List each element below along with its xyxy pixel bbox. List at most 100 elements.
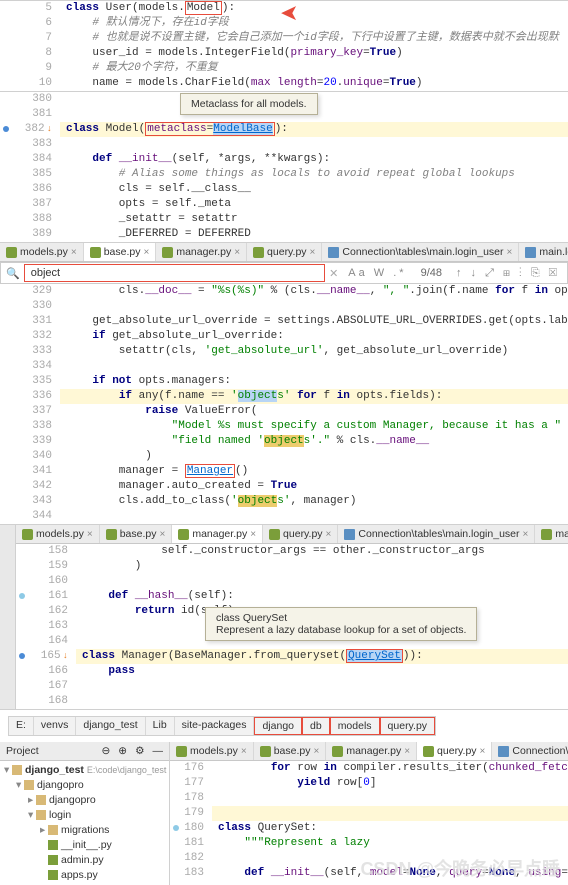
- close-icon[interactable]: ×: [480, 746, 486, 757]
- close-icon[interactable]: ×: [250, 529, 256, 540]
- tree-item-adminpy[interactable]: admin.py: [4, 853, 165, 868]
- file-icon: [48, 870, 58, 880]
- line-marker[interactable]: 382↓: [0, 122, 60, 137]
- tab-models-py[interactable]: models.py×: [0, 243, 84, 261]
- tab-models-py[interactable]: models.py×: [16, 525, 100, 543]
- editor-pane-3: models.py×base.py×manager.py×query.py×Co…: [0, 242, 568, 524]
- tab-query-py[interactable]: query.py×: [247, 243, 322, 261]
- py-icon: [178, 529, 189, 540]
- search-hit: object: [264, 435, 304, 447]
- close-icon[interactable]: ×: [159, 529, 165, 540]
- tree-item-login[interactable]: ▾login: [4, 808, 165, 823]
- close-icon[interactable]: ×: [313, 746, 319, 757]
- tree-item-djangopro[interactable]: ▸djangopro: [4, 793, 165, 808]
- clear-icon[interactable]: ✕: [325, 267, 342, 280]
- search-options[interactable]: Aa W .*: [342, 267, 412, 279]
- db-icon: [328, 247, 339, 258]
- project-root[interactable]: ▾django_test E:\code\django_test: [4, 763, 165, 778]
- tab-connection-tables-main-login_user[interactable]: Connection\tables\main.login_user×: [338, 525, 535, 543]
- tab-bar-5: models.py×base.py×manager.py×query.py×Co…: [170, 742, 568, 761]
- find-bar: 🔍 object ✕ Aa W .* 9/48 ↑ ↓ ⤢ ⊞ ⋮ ⎘ ☒: [0, 262, 568, 284]
- breadcrumb-row: E:venvsdjango_testLibsite-packagesdjango…: [0, 710, 568, 742]
- search-icon: 🔍: [2, 267, 24, 280]
- tab-main-login_user--db-[interactable]: main.login_user [db]×: [519, 243, 568, 261]
- close-icon[interactable]: ×: [87, 529, 93, 540]
- crumb-E[interactable]: E:: [9, 717, 34, 735]
- file-icon: [48, 840, 58, 850]
- modelbase-link[interactable]: ModelBase: [213, 123, 272, 135]
- search-nav-icons[interactable]: ↑ ↓ ⤢ ⊞ ⋮ ⎘ ☒: [450, 267, 566, 280]
- gutter-5: 176177178179 180 181182183: [170, 761, 212, 881]
- gear-icon[interactable]: ⚙: [135, 745, 144, 757]
- file-icon: [48, 855, 58, 865]
- tab-query-py[interactable]: query.py×: [417, 742, 492, 760]
- project-tree[interactable]: ▾django_test E:\code\django_test▾djangop…: [0, 761, 169, 885]
- close-icon[interactable]: ×: [404, 746, 410, 757]
- tab-manager-py[interactable]: manager.py×: [172, 525, 263, 543]
- close-icon[interactable]: ×: [507, 247, 513, 258]
- tab-base-py[interactable]: base.py×: [100, 525, 173, 543]
- tab-manager-py[interactable]: manager.py×: [156, 243, 247, 261]
- tab-bar-3: models.py×base.py×manager.py×query.py×Co…: [0, 243, 568, 262]
- tab-models-py[interactable]: models.py×: [170, 742, 254, 760]
- tree-item-appspy[interactable]: apps.py: [4, 868, 165, 883]
- crumb-Lib[interactable]: Lib: [146, 717, 175, 735]
- crumb-django_test[interactable]: django_test: [76, 717, 145, 735]
- model-ref-box: Model: [185, 1, 222, 15]
- py-icon: [332, 746, 343, 757]
- search-input[interactable]: object: [24, 264, 325, 282]
- tab-base-py[interactable]: base.py×: [84, 243, 157, 261]
- queryset-link-box[interactable]: QuerySet: [346, 649, 403, 663]
- code-area-3[interactable]: cls.__doc__ = "%s(%s)" % (cls.__name__, …: [60, 284, 568, 524]
- tree-item-djangopro[interactable]: ▾djangopro: [4, 778, 165, 793]
- tab-base-py[interactable]: base.py×: [254, 742, 327, 760]
- tab-query-py[interactable]: query.py×: [263, 525, 338, 543]
- py-icon: [269, 529, 280, 540]
- crumb-querypy[interactable]: query.py: [380, 717, 436, 735]
- project-panel: Project ⊖ ⊕ ⚙ — ▾django_test E:\code\dja…: [0, 742, 170, 885]
- manager-link-box[interactable]: Manager: [185, 464, 235, 478]
- crumb-venvs[interactable]: venvs: [34, 717, 76, 735]
- close-icon[interactable]: ×: [241, 746, 247, 757]
- search-hit: object: [238, 390, 278, 402]
- line-marker[interactable]: 161: [16, 589, 76, 604]
- search-counter: 9/48: [413, 267, 450, 279]
- collapse-icon[interactable]: ⊖: [101, 745, 110, 757]
- tooltip-queryset: class QuerySetRepresent a lazy database …: [205, 607, 477, 641]
- tab-manager-py[interactable]: manager.py×: [326, 742, 417, 760]
- tree-item-__init__py[interactable]: __init__.py: [4, 838, 165, 853]
- code-area-1[interactable]: class User(models.Model): # 默认情况下，存在id字段…: [60, 1, 568, 91]
- close-icon[interactable]: ×: [326, 529, 332, 540]
- close-icon[interactable]: ×: [71, 247, 77, 258]
- editor-pane-4: models.py×base.py×manager.py×query.py×Co…: [0, 524, 568, 709]
- py-icon: [253, 247, 264, 258]
- dir-icon: [36, 810, 46, 820]
- py-icon: [423, 746, 434, 757]
- close-icon[interactable]: ×: [234, 247, 240, 258]
- py-icon: [22, 529, 33, 540]
- close-icon[interactable]: ×: [310, 247, 316, 258]
- tab-main-login[interactable]: main.login×: [535, 525, 568, 543]
- select-icon[interactable]: ⊕: [118, 745, 127, 757]
- crumb-db[interactable]: db: [302, 717, 330, 735]
- py-icon: [162, 247, 173, 258]
- py-icon: [176, 746, 187, 757]
- line-marker[interactable]: 180: [170, 821, 212, 836]
- crumb-sitepackages[interactable]: site-packages: [175, 717, 255, 735]
- crumb-models[interactable]: models: [330, 717, 380, 735]
- line-marker[interactable]: 165↓: [16, 649, 76, 664]
- gutter-1: 5678910: [0, 1, 60, 91]
- hide-icon[interactable]: —: [153, 745, 164, 757]
- db-icon: [525, 247, 536, 258]
- tab-connection-tables-main-login_user[interactable]: Connection\tables\main.login_user×: [492, 742, 568, 760]
- close-icon[interactable]: ×: [523, 529, 529, 540]
- breadcrumb[interactable]: E:venvsdjango_testLibsite-packagesdjango…: [8, 716, 436, 736]
- watermark: CSDN @今晚务必早点睡: [360, 855, 560, 881]
- crumb-django[interactable]: django: [254, 717, 302, 735]
- vertical-toolbar[interactable]: [0, 525, 16, 709]
- tab-connection-tables-main-login_user[interactable]: Connection\tables\main.login_user×: [322, 243, 519, 261]
- close-icon[interactable]: ×: [143, 247, 149, 258]
- gutter-3: 3293303313323333343353363373383393403413…: [0, 284, 60, 524]
- project-header[interactable]: Project ⊖ ⊕ ⚙ —: [0, 742, 169, 761]
- py-icon: [106, 529, 117, 540]
